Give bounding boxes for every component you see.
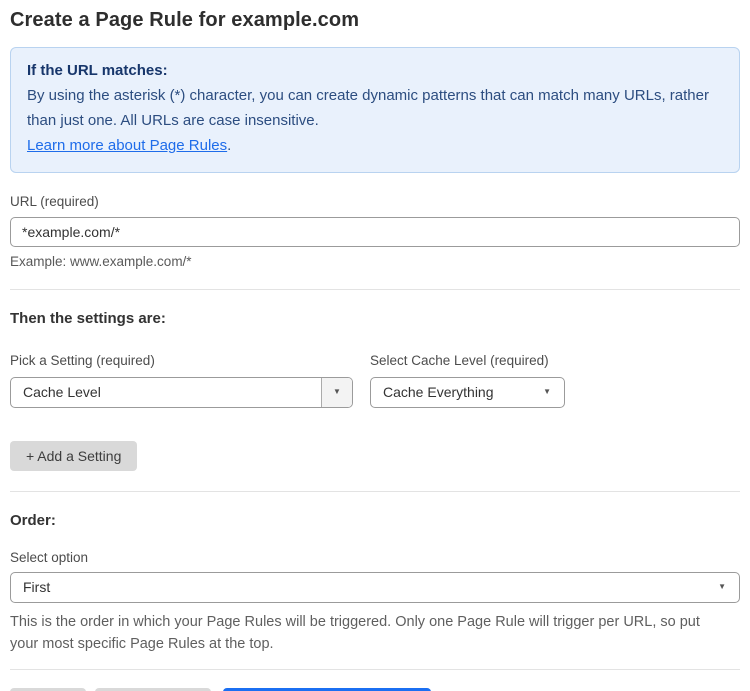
cache-level-arrow-wrap: ▼ [543,388,564,396]
divider-after-settings [10,490,740,492]
divider-before-actions [10,668,740,670]
cache-level-column: Select Cache Level (required) Cache Ever… [370,353,565,408]
info-box-body-text: By using the asterisk (*) character, you… [27,86,709,129]
chevron-down-icon: ▼ [718,582,726,592]
order-section-heading: Order: [10,511,56,529]
url-field-hint: Example: www.example.com/* [10,253,192,269]
settings-section-heading: Then the settings are: [10,309,166,327]
info-box-heading: If the URL matches: [27,62,168,79]
chevron-down-icon: ▼ [543,387,551,397]
order-dropdown[interactable]: First ▼ [10,571,740,603]
save-as-draft-button[interactable]: Save as Draft [94,687,212,691]
pick-setting-dropdown[interactable]: Cache Level ▼ [10,376,353,408]
url-field-label: URL (required) [10,193,99,209]
chevron-down-icon: ▼ [333,387,341,397]
order-arrow-wrap: ▼ [718,583,739,591]
pick-setting-dropdown-button[interactable]: ▼ [321,377,352,407]
pick-setting-column: Pick a Setting (required) Cache Level ▼ [10,353,353,408]
cancel-button[interactable]: Cancel [10,687,86,691]
create-page-rule-form: Create a Page Rule for example.com If th… [0,9,750,691]
url-matches-info-box: If the URL matches: By using the asteris… [10,47,740,173]
add-setting-button[interactable]: + Add a Setting [10,440,138,471]
order-select-label: Select option [10,549,89,565]
form-actions: Cancel Save as Draft Save and Deploy Pag… [10,687,740,691]
pick-setting-label: Pick a Setting (required) [10,352,155,368]
link-suffix: . [227,136,232,154]
url-input[interactable] [10,216,740,247]
settings-row: Pick a Setting (required) Cache Level ▼ … [10,353,740,408]
cache-level-dropdown[interactable]: Cache Everything ▼ [370,376,565,408]
page-title: Create a Page Rule for example.com [10,9,360,31]
divider-after-url [10,288,740,290]
cache-level-value: Cache Everything [383,384,494,401]
learn-more-link[interactable]: Learn more about Page Rules [27,137,227,154]
info-box-body: By using the asterisk (*) character, you… [27,84,723,159]
cache-level-label: Select Cache Level (required) [370,352,549,368]
save-and-deploy-button[interactable]: Save and Deploy Page Rule [223,687,432,691]
order-value: First [23,579,51,596]
pick-setting-value: Cache Level [23,384,101,401]
order-help-text: This is the order in which your Page Rul… [10,613,700,653]
